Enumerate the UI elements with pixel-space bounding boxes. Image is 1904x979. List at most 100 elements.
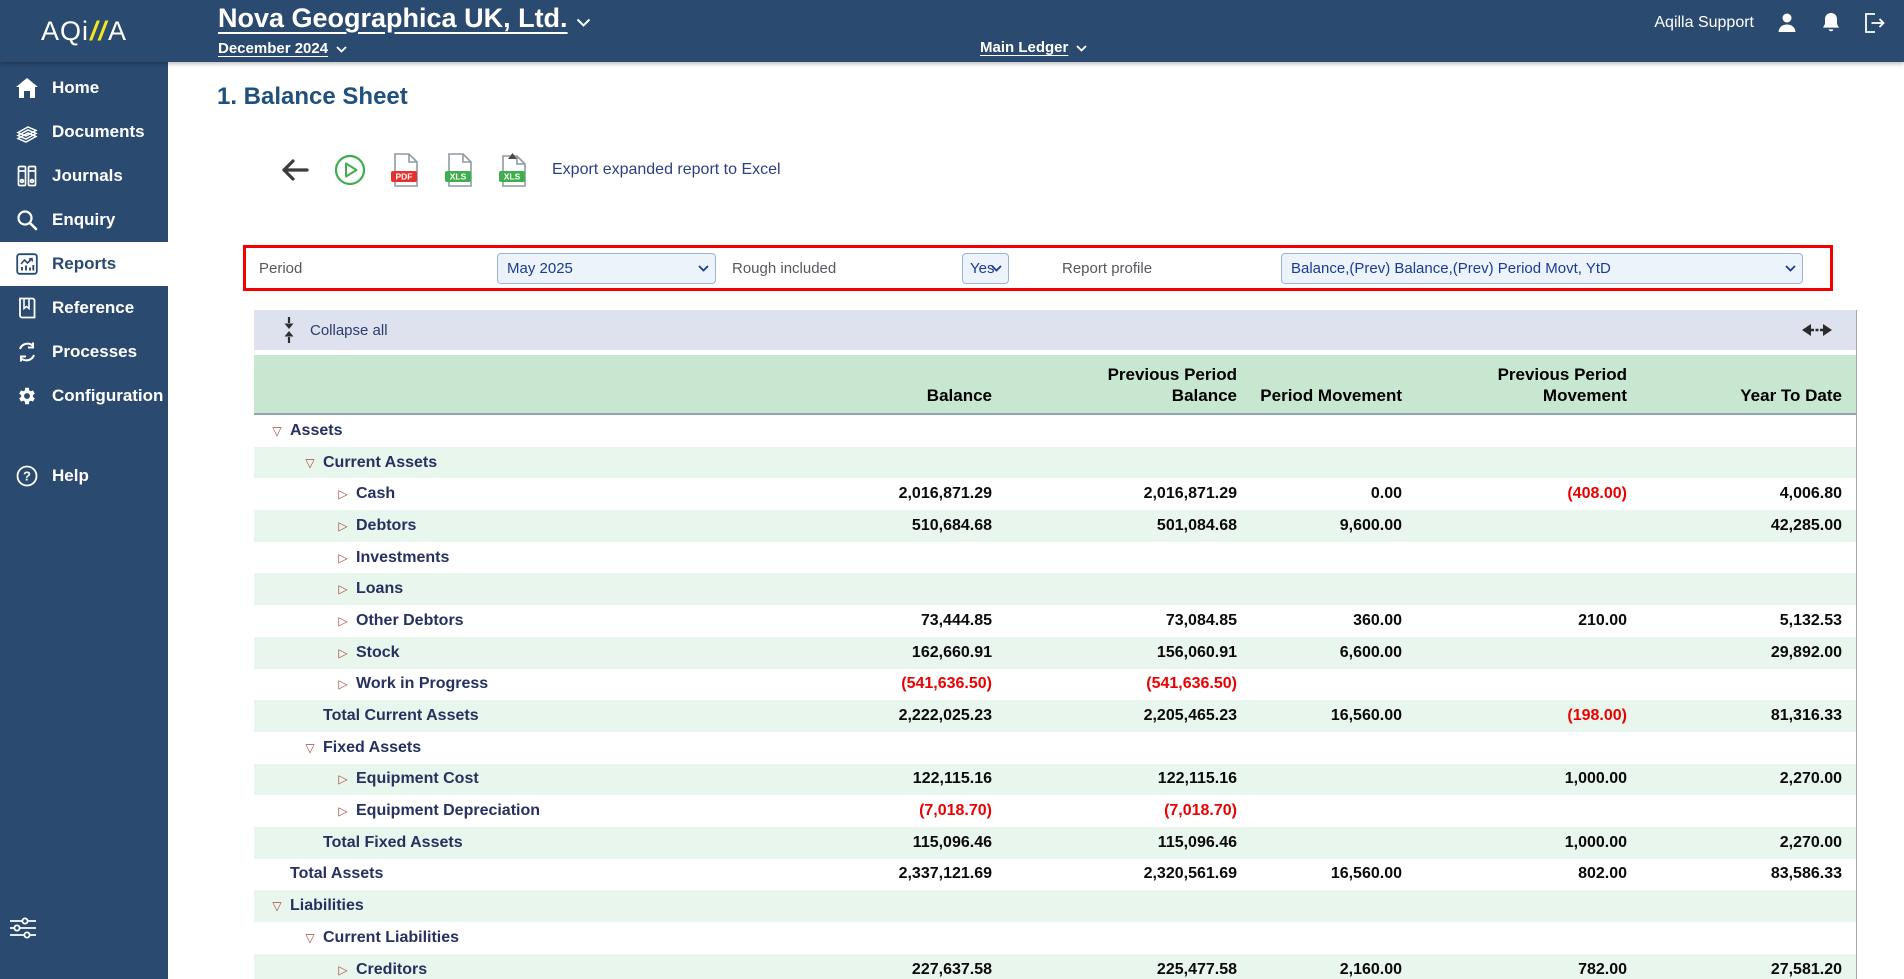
table-row: ▽Fixed Assets bbox=[254, 732, 1856, 764]
cell-value: 29,892.00 bbox=[1641, 644, 1856, 662]
sidebar-item-label: Enquiry bbox=[52, 210, 115, 230]
column-header bbox=[254, 406, 726, 413]
table-row: ▷Other Debtors73,444.8573,084.85360.0021… bbox=[254, 605, 1856, 637]
help-icon: ? bbox=[15, 465, 39, 487]
row-label[interactable]: Stock bbox=[356, 644, 400, 662]
column-header: Previous PeriodMovement bbox=[1416, 364, 1641, 413]
table-row: ▷Cash2,016,871.292,016,871.290.00(408.00… bbox=[254, 478, 1856, 510]
reference-icon bbox=[15, 297, 39, 319]
row-label[interactable]: Total Fixed Assets bbox=[323, 834, 463, 852]
company-selector[interactable]: Nova Geographica UK, Ltd. bbox=[218, 3, 591, 34]
column-header: Previous PeriodBalance bbox=[1006, 364, 1251, 413]
ledger-selector[interactable]: Main Ledger bbox=[980, 39, 1087, 56]
row-label[interactable]: Total Current Assets bbox=[323, 707, 479, 725]
user-profile-icon[interactable] bbox=[1774, 10, 1800, 36]
cell-value: (7,018.70) bbox=[726, 802, 1006, 820]
expand-row-icon[interactable]: ▷ bbox=[330, 772, 356, 786]
table-row: ▷Equipment Cost122,115.16122,115.161,000… bbox=[254, 764, 1856, 796]
sidebar-item-documents[interactable]: Documents bbox=[0, 110, 168, 154]
cell-value: 73,444.85 bbox=[726, 612, 1006, 630]
row-label[interactable]: Liabilities bbox=[290, 897, 364, 915]
collapse-all-label[interactable]: Collapse all bbox=[310, 322, 388, 339]
collapse-row-icon[interactable]: ▽ bbox=[297, 456, 323, 470]
column-header: Period Movement bbox=[1251, 385, 1416, 413]
preferences-sliders-icon[interactable] bbox=[8, 916, 38, 945]
collapse-row-icon[interactable]: ▽ bbox=[264, 424, 290, 438]
row-label[interactable]: Other Debtors bbox=[356, 612, 464, 630]
cell-value: 16,560.00 bbox=[1251, 865, 1416, 883]
table-row: ▷Debtors510,684.68501,084.689,600.0042,2… bbox=[254, 510, 1856, 542]
aqilla-logo[interactable]: AQi//A bbox=[0, 0, 168, 62]
table-row: Total Fixed Assets115,096.46115,096.461,… bbox=[254, 827, 1856, 859]
sidebar-item-journals[interactable]: Journals bbox=[0, 154, 168, 198]
row-label[interactable]: Equipment Depreciation bbox=[356, 802, 540, 820]
sidebar-item-reports[interactable]: Reports bbox=[0, 242, 168, 286]
collapse-all-icon[interactable] bbox=[281, 316, 297, 344]
expand-row-icon[interactable]: ▷ bbox=[330, 551, 356, 565]
collapse-row-icon[interactable]: ▽ bbox=[264, 899, 290, 913]
row-label[interactable]: Creditors bbox=[356, 961, 427, 979]
chevron-down-icon bbox=[336, 40, 347, 57]
sidebar-item-configuration[interactable]: Configuration bbox=[0, 374, 168, 418]
expand-row-icon[interactable]: ▷ bbox=[330, 963, 356, 977]
report-profile-label: Report profile bbox=[1062, 260, 1281, 277]
cell-value: 42,285.00 bbox=[1641, 517, 1856, 535]
svg-text:?: ? bbox=[23, 469, 31, 484]
row-label[interactable]: Assets bbox=[290, 422, 342, 440]
row-label[interactable]: Work in Progress bbox=[356, 675, 488, 693]
cell-value: 73,084.85 bbox=[1006, 612, 1251, 630]
notifications-bell-icon[interactable] bbox=[1820, 11, 1842, 35]
user-name: Aqilla Support bbox=[1654, 14, 1754, 32]
row-label[interactable]: Debtors bbox=[356, 517, 416, 535]
column-header: Year To Date bbox=[1641, 385, 1856, 413]
expand-row-icon[interactable]: ▷ bbox=[330, 487, 356, 501]
row-label[interactable]: Total Assets bbox=[290, 865, 383, 883]
column-header: Balance bbox=[726, 385, 1006, 413]
logo-text: A bbox=[108, 16, 127, 47]
sidebar-item-home[interactable]: Home bbox=[0, 66, 168, 110]
row-label[interactable]: Investments bbox=[356, 549, 449, 567]
expand-row-icon[interactable]: ▷ bbox=[330, 582, 356, 596]
configuration-icon bbox=[15, 385, 39, 407]
company-name: Nova Geographica UK, Ltd. bbox=[218, 3, 568, 33]
expand-row-icon[interactable]: ▷ bbox=[330, 519, 356, 533]
row-label[interactable]: Fixed Assets bbox=[323, 739, 421, 757]
cell-value: (198.00) bbox=[1416, 707, 1641, 725]
row-label[interactable]: Loans bbox=[356, 580, 403, 598]
sidebar-item-label: Help bbox=[52, 466, 89, 486]
expand-row-icon[interactable]: ▷ bbox=[330, 614, 356, 628]
sidebar-item-help[interactable]: ? Help bbox=[0, 454, 168, 498]
expand-row-icon[interactable]: ▷ bbox=[330, 646, 356, 660]
export-pdf-button[interactable]: PDF bbox=[390, 153, 420, 187]
row-label[interactable]: Current Assets bbox=[323, 454, 437, 472]
table-body: ▽Assets▽Current Assets▷Cash2,016,871.292… bbox=[254, 415, 1856, 979]
row-label[interactable]: Cash bbox=[356, 485, 395, 503]
sidebar-item-reference[interactable]: Reference bbox=[0, 286, 168, 330]
row-label[interactable]: Current Liabilities bbox=[323, 929, 459, 947]
expand-row-icon[interactable]: ▷ bbox=[330, 677, 356, 691]
run-report-button[interactable] bbox=[334, 154, 366, 186]
page-title: 1. Balance Sheet bbox=[217, 83, 1904, 111]
svg-text:XLS: XLS bbox=[450, 172, 467, 182]
cell-value: 2,320,561.69 bbox=[1006, 865, 1251, 883]
rough-included-select[interactable]: Yes bbox=[962, 253, 1009, 284]
report-profile-select[interactable]: Balance,(Prev) Balance,(Prev) Period Mov… bbox=[1281, 253, 1803, 284]
cell-value: 1,000.00 bbox=[1416, 770, 1641, 788]
collapse-row-icon[interactable]: ▽ bbox=[297, 741, 323, 755]
sidebar-item-label: Journals bbox=[52, 166, 123, 186]
logout-icon[interactable] bbox=[1862, 11, 1886, 35]
expand-columns-icon[interactable] bbox=[1800, 321, 1834, 339]
accounting-period-selector[interactable]: December 2024 bbox=[218, 40, 347, 57]
sidebar-item-enquiry[interactable]: Enquiry bbox=[0, 198, 168, 242]
period-select[interactable]: May 2025 bbox=[497, 253, 716, 284]
table-row: Total Assets2,337,121.692,320,561.6916,5… bbox=[254, 859, 1856, 891]
sidebar-item-processes[interactable]: Processes bbox=[0, 330, 168, 374]
export-expanded-excel-button[interactable]: XLS bbox=[498, 153, 528, 187]
row-label[interactable]: Equipment Cost bbox=[356, 770, 479, 788]
cell-value: 2,016,871.29 bbox=[726, 485, 1006, 503]
expand-row-icon[interactable]: ▷ bbox=[330, 804, 356, 818]
back-button[interactable] bbox=[280, 157, 310, 183]
table-row: ▷Creditors227,637.58225,477.582,160.0078… bbox=[254, 954, 1856, 979]
export-excel-button[interactable]: XLS bbox=[444, 153, 474, 187]
collapse-row-icon[interactable]: ▽ bbox=[297, 931, 323, 945]
